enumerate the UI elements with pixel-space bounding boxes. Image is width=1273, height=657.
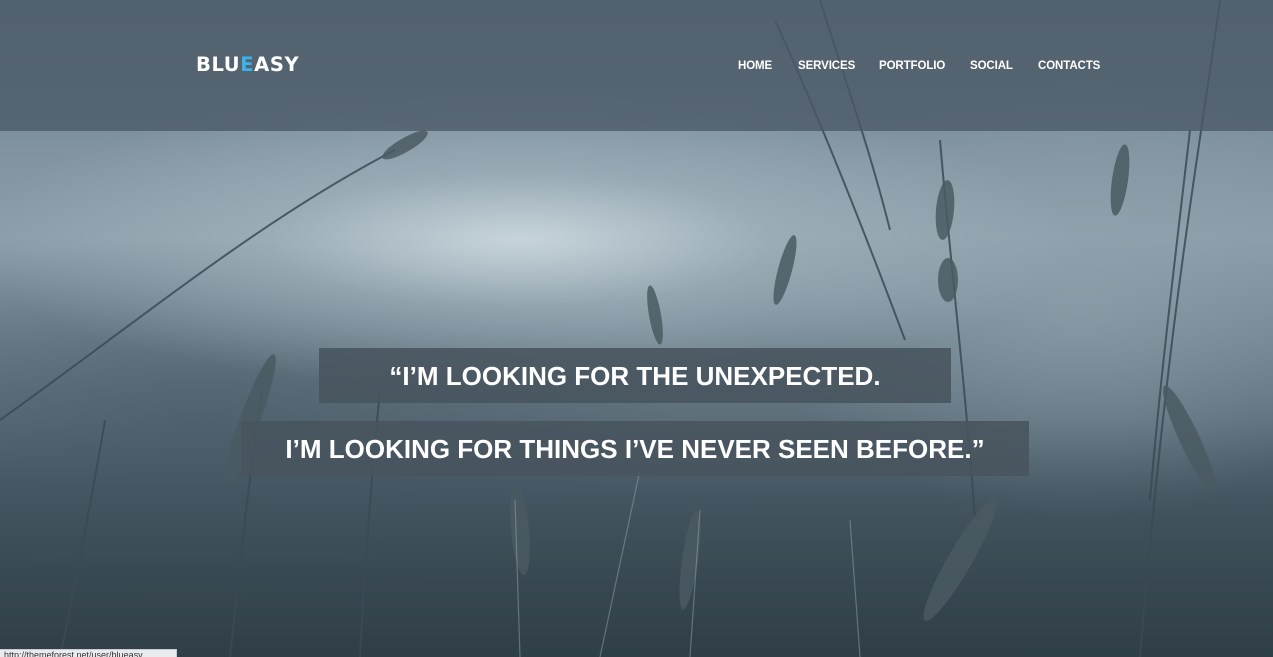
site-header: BLUEASY HOME SERVICES PORTFOLIO SOCIAL C… <box>0 0 1273 131</box>
browser-status-bar: http://themeforest.net/user/blueasy <box>0 649 177 657</box>
hero-quote-line-2: I’M LOOKING FOR THINGS I’VE NEVER SEEN B… <box>241 421 1029 476</box>
hero-quote-line-1: “I’M LOOKING FOR THE UNEXPECTED. <box>319 348 951 403</box>
brand-suffix: ASY <box>254 53 300 76</box>
nav-item-home[interactable]: HOME <box>738 58 772 74</box>
nav-item-services[interactable]: SERVICES <box>798 58 855 74</box>
nav-item-portfolio[interactable]: PORTFOLIO <box>879 58 945 74</box>
brand-logo[interactable]: BLUEASY <box>196 53 299 77</box>
brand-accent: E <box>240 53 255 76</box>
nav-item-social[interactable]: SOCIAL <box>970 58 1013 74</box>
brand-prefix: BLU <box>196 53 241 76</box>
nav-item-contacts[interactable]: CONTACTS <box>1038 58 1100 74</box>
